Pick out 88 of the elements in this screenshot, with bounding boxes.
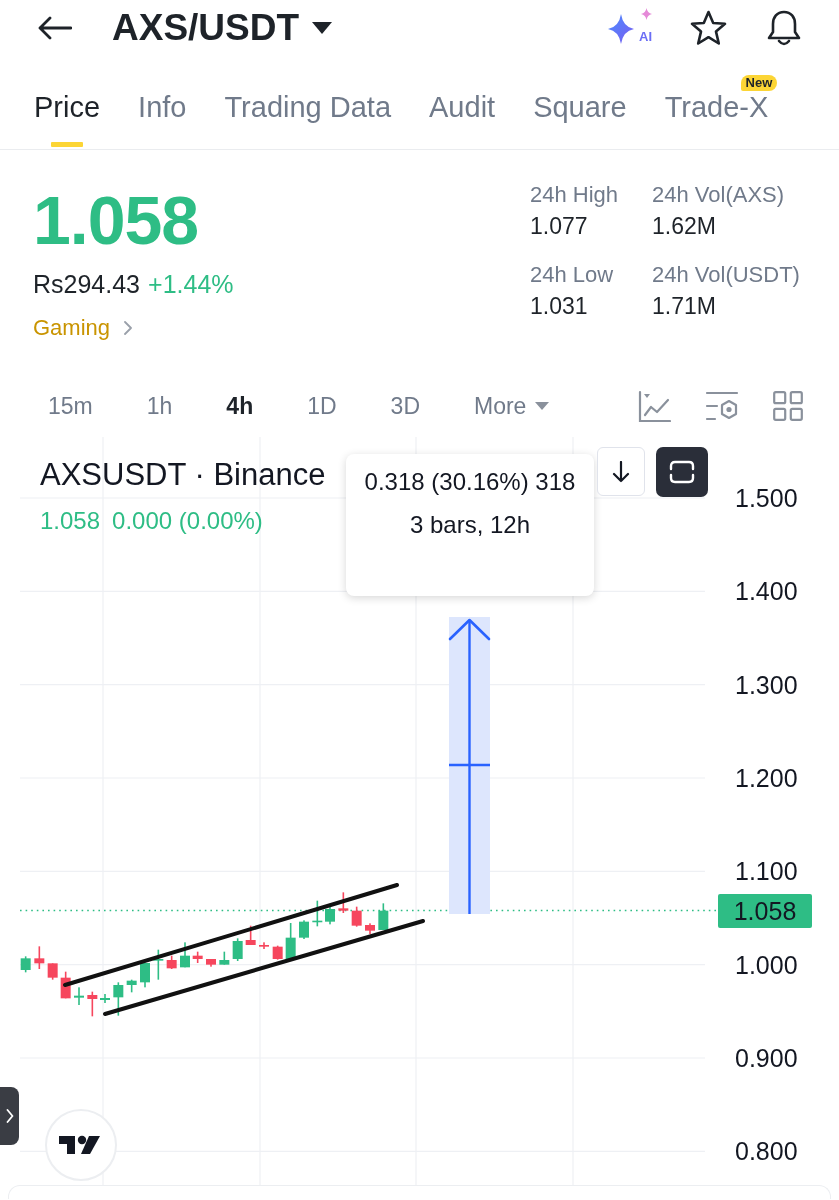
interval-tab[interactable]: 1D [307, 391, 337, 421]
caret-icon [312, 22, 333, 34]
candle [153, 949, 164, 980]
candle [285, 923, 296, 959]
price-axis-label: 1.000 [735, 949, 798, 980]
candle [245, 925, 256, 945]
candle [180, 942, 190, 968]
candle [166, 955, 177, 969]
caret-icon [535, 402, 550, 410]
stat-value: 1.077 [530, 212, 589, 240]
category-link[interactable]: Gaming [33, 313, 133, 343]
candle [113, 982, 124, 1016]
back-button[interactable] [38, 16, 72, 40]
tooltip-text: 0.318 (30.16%) 318 [363, 467, 577, 497]
last-price: 1.058 [33, 181, 200, 260]
candle [126, 979, 137, 993]
logo-icon[interactable] [45, 1109, 117, 1181]
candle [47, 963, 58, 980]
candle [272, 945, 283, 960]
fiat-price: Rs294.43 [33, 269, 141, 299]
line-chart-icon[interactable] [638, 389, 671, 423]
candle [365, 923, 375, 934]
stat-label: 24h High [530, 181, 620, 209]
tab[interactable]: Square [533, 92, 627, 149]
stat-value: 1.031 [530, 292, 589, 320]
chevron-right-icon [5, 1109, 14, 1123]
legend-change: 0.000 (0.00%) [112, 506, 263, 536]
back-arrow-icon [38, 16, 72, 40]
candle [206, 959, 216, 967]
stat-label: 24h Low [530, 261, 615, 289]
price-axis-label: 0.800 [735, 1136, 798, 1167]
candle [74, 987, 84, 1005]
candle [34, 946, 45, 969]
price-axis-label: 1.500 [735, 483, 798, 513]
chevron-right-icon [124, 321, 133, 335]
candle [60, 971, 71, 999]
tab[interactable]: Info [138, 92, 187, 149]
grid-layout-icon[interactable] [773, 391, 803, 421]
stat-value: 1.62M [652, 212, 717, 240]
price-axis-label: 1.300 [735, 669, 798, 700]
interval-tab[interactable]: 15m [48, 391, 93, 421]
candle [338, 892, 349, 913]
price-change: +1.44% [148, 269, 234, 299]
candle [299, 920, 309, 939]
tab[interactable]: Price [34, 92, 101, 149]
candle [140, 963, 150, 988]
scroll-down-button[interactable] [597, 447, 645, 496]
notification-bell-icon[interactable] [765, 9, 803, 47]
tab[interactable]: Trading Data [224, 92, 392, 149]
chart-symbol: AXSUSDT · Binance [40, 457, 326, 493]
pair-selector[interactable]: AXS/USDT [112, 6, 333, 50]
candle [325, 905, 335, 925]
more-dropdown[interactable]: More [474, 391, 550, 421]
candle [87, 991, 98, 1017]
candle [192, 951, 203, 963]
down-arrow-icon [612, 460, 630, 483]
side-panel-toggle[interactable] [0, 1087, 19, 1145]
stat-value: 1.71M [652, 292, 717, 320]
indicator-settings-icon[interactable] [705, 389, 739, 423]
candle [232, 938, 243, 961]
candle [100, 994, 110, 1003]
current-price-label: 1.058 [718, 894, 812, 928]
snapshot-button[interactable] [656, 447, 708, 497]
star-icon[interactable] [690, 10, 727, 46]
sparkle-icon [608, 14, 634, 44]
price-axis-label: 1.200 [735, 763, 798, 793]
legend-price: 1.058 [40, 506, 101, 536]
sparkle-icon [641, 8, 652, 20]
ai-assistant-button[interactable]: AI [608, 8, 652, 48]
price-axis-label: 0.900 [735, 1042, 798, 1073]
candle [259, 942, 269, 949]
price-axis-label: 1.100 [735, 856, 798, 887]
frame-icon [669, 460, 695, 484]
stat-label: 24h Vol(USDT) [652, 261, 801, 289]
price-axis-label: 1.400 [735, 576, 798, 607]
interval-tab[interactable]: 4h [226, 391, 254, 421]
candle [312, 900, 323, 927]
stat-label: 24h Vol(AXS) [652, 181, 786, 209]
candle [20, 956, 31, 973]
candle [378, 903, 389, 930]
interval-tab[interactable]: 3D [390, 391, 420, 421]
tab[interactable]: Trade-X [664, 92, 769, 149]
tab[interactable]: Audit [429, 92, 496, 149]
candle [351, 906, 362, 927]
interval-tab[interactable]: 1h [146, 391, 173, 421]
new-badge: New [740, 75, 778, 91]
candle [219, 951, 230, 965]
tooltip-text: 3 bars, 12h [408, 510, 532, 540]
